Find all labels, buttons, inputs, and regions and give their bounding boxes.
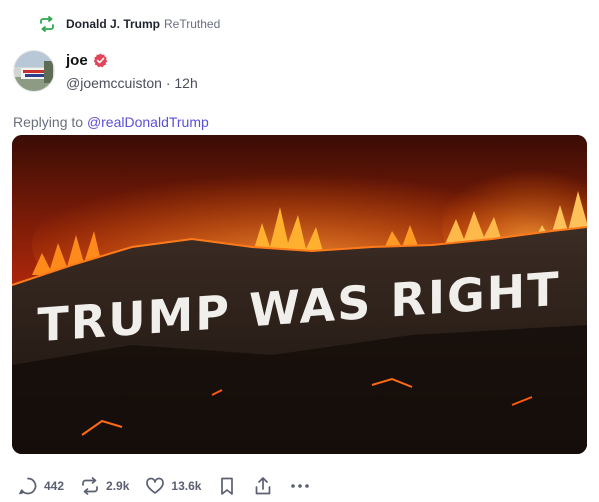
- retruth-count: 2.9k: [106, 479, 130, 493]
- more-options-button[interactable]: [289, 476, 311, 496]
- bookmark-button[interactable]: [217, 476, 237, 496]
- more-icon: [289, 476, 311, 496]
- reply-context: Replying to @realDonaldTrump: [13, 114, 209, 130]
- share-button[interactable]: [253, 476, 273, 496]
- action-bar: 442 2.9k 13.6k: [18, 475, 327, 497]
- retruth-user-name[interactable]: Donald J. Trump: [66, 17, 160, 31]
- author-name-row: joe: [66, 52, 108, 69]
- post-time[interactable]: 12h: [174, 75, 197, 91]
- like-button[interactable]: 13.6k: [145, 476, 201, 496]
- retruth-action-icon: [80, 476, 100, 496]
- share-icon: [253, 476, 273, 496]
- verified-badge-icon: [93, 53, 108, 68]
- reply-target-link[interactable]: @realDonaldTrump: [87, 114, 209, 130]
- avatar[interactable]: [13, 50, 55, 92]
- meta-separator: ·: [165, 75, 171, 91]
- reply-prefix: Replying to: [13, 114, 84, 130]
- heart-icon: [145, 476, 165, 496]
- author-handle[interactable]: @joemccuiston: [66, 75, 162, 91]
- retruth-button[interactable]: 2.9k: [80, 476, 129, 496]
- reply-count: 442: [44, 479, 65, 493]
- post-image[interactable]: TRUMP WAS RIGHT: [12, 135, 587, 454]
- comment-icon: [18, 476, 38, 496]
- author-meta: @joemccuiston · 12h: [66, 75, 198, 91]
- retruth-icon: [38, 16, 56, 32]
- retruth-label: ReTruthed: [164, 17, 221, 31]
- reply-button[interactable]: 442: [18, 476, 64, 496]
- bookmark-icon: [217, 476, 237, 496]
- author-name[interactable]: joe: [66, 52, 88, 69]
- like-count: 13.6k: [171, 479, 202, 493]
- retruth-header: Donald J. Trump ReTruthed: [38, 14, 220, 34]
